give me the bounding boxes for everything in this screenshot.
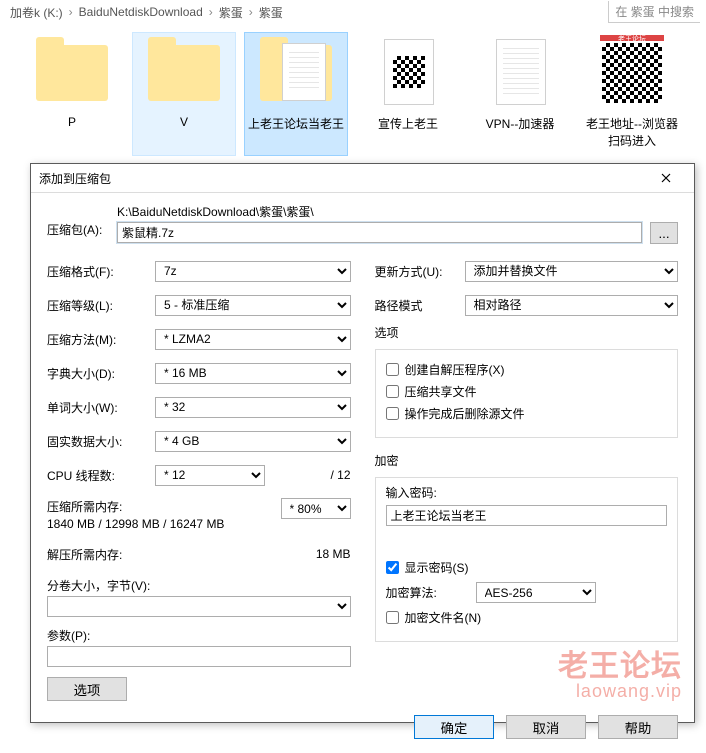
mem-pct-select[interactable]: * 80% [281,498,351,519]
solid-label: 固实数据大小: [47,433,155,450]
format-label: 压缩格式(F): [47,263,155,280]
mem-compress-label: 压缩所需内存: [47,498,281,515]
password-input[interactable] [386,505,668,526]
cpu-select[interactable]: * 12 [155,465,265,486]
encrypt-group-title: 加密 [375,452,679,469]
add-to-archive-dialog: 添加到压缩包 压缩包(A): K:\BaiduNetdiskDownload\紫… [30,163,695,723]
params-label: 参数(P): [47,627,351,644]
options-group-title: 选项 [375,324,679,341]
enc-method-select[interactable]: AES-256 [476,582,596,603]
file-item[interactable]: 老王论坛 老王地址--浏览器扫码进入 [580,32,684,156]
update-select[interactable]: 添加并替换文件 [465,261,679,282]
show-password-row[interactable]: 显示密码(S) [386,559,668,576]
mem-compress-value: 1840 MB / 12998 MB / 16247 MB [47,517,281,531]
method-label: 压缩方法(M): [47,331,155,348]
dialog-buttons: 确定 取消 帮助 [31,711,694,753]
close-button[interactable] [646,164,686,192]
file-label: 宣传上老王 [359,115,457,132]
dict-label: 字典大小(D): [47,365,155,382]
cancel-button[interactable]: 取消 [506,715,586,739]
file-item[interactable]: 宣传上老王 [356,32,460,156]
breadcrumb-item[interactable]: 紫蛋 [215,4,247,21]
encrypt-fieldset: 输入密码: 显示密码(S) 加密算法: AES-256 加密文件名(N) [375,477,679,642]
breadcrumb-item[interactable]: BaiduNetdiskDownload [75,5,207,19]
breadcrumb-item[interactable]: 加卷k (K:) [6,4,67,21]
right-column: 更新方式(U): 添加并替换文件 路径模式 相对路径 选项 创建自解压程序(X)… [375,254,679,701]
enc-names-row[interactable]: 加密文件名(N) [386,609,668,626]
method-select[interactable]: * LZMA2 [155,329,351,350]
format-select[interactable]: 7z [155,261,351,282]
archive-name-input[interactable] [117,222,642,243]
delete-checkbox[interactable] [386,407,399,420]
dict-select[interactable]: * 16 MB [155,363,351,384]
show-password-label: 显示密码(S) [405,559,469,576]
file-item[interactable]: VPN--加速器 [468,32,572,156]
sfx-label: 创建自解压程序(X) [405,361,505,378]
cpu-total: / 12 [271,468,351,482]
file-label: 上老王论坛当老王 [247,115,345,132]
chevron-right-icon: › [207,5,215,19]
enc-names-checkbox[interactable] [386,611,399,624]
file-item[interactable]: V [132,32,236,156]
pathmode-label: 路径模式 [375,297,465,314]
mem-decompress-value: 18 MB [316,547,351,561]
file-label: V [135,115,233,129]
password-label: 输入密码: [386,484,668,501]
file-label: 老王地址--浏览器扫码进入 [583,115,681,149]
level-label: 压缩等级(L): [47,297,155,314]
archive-label: 压缩包(A): [47,203,117,238]
delete-checkbox-row[interactable]: 操作完成后删除源文件 [386,405,668,422]
browse-button[interactable]: ... [650,222,678,244]
solid-select[interactable]: * 4 GB [155,431,351,452]
file-label: VPN--加速器 [471,115,569,132]
file-label: P [23,115,121,129]
dialog-title: 添加到压缩包 [39,170,646,187]
search-input[interactable]: 在 紫蛋 中搜索 [608,1,700,23]
breadcrumb-item[interactable]: 紫蛋 [255,4,287,21]
sfx-checkbox-row[interactable]: 创建自解压程序(X) [386,361,668,378]
close-icon [661,173,671,183]
chevron-right-icon: › [247,5,255,19]
help-button[interactable]: 帮助 [598,715,678,739]
file-item[interactable]: P [20,32,124,156]
file-item[interactable]: 上老王论坛当老王 [244,32,348,156]
mem-decompress-label: 解压所需内存: [47,546,316,563]
sfx-checkbox[interactable] [386,363,399,376]
split-label: 分卷大小，字节(V): [47,577,351,594]
word-select[interactable]: * 32 [155,397,351,418]
update-label: 更新方式(U): [375,263,465,280]
shared-checkbox-row[interactable]: 压缩共享文件 [386,383,668,400]
breadcrumb: 加卷k (K:) › BaiduNetdiskDownload › 紫蛋 › 紫… [0,0,706,24]
show-password-checkbox[interactable] [386,561,399,574]
left-column: 压缩格式(F): 7z 压缩等级(L): 5 - 标准压缩 压缩方法(M): *… [47,254,351,701]
enc-names-label: 加密文件名(N) [405,609,482,626]
pathmode-select[interactable]: 相对路径 [465,295,679,316]
level-select[interactable]: 5 - 标准压缩 [155,295,351,316]
options-fieldset: 创建自解压程序(X) 压缩共享文件 操作完成后删除源文件 [375,349,679,438]
cpu-label: CPU 线程数: [47,467,155,484]
file-grid: P V 上老王论坛当老王 宣传上老王 VPN--加速器 老王论坛 老王地址--浏… [0,24,706,170]
ok-button[interactable]: 确定 [414,715,494,739]
params-input[interactable] [47,646,351,667]
split-select[interactable] [47,596,351,617]
archive-path-prefix: K:\BaiduNetdiskDownload\紫蛋\紫蛋\ [117,203,678,220]
shared-label: 压缩共享文件 [405,383,477,400]
shared-checkbox[interactable] [386,385,399,398]
enc-method-label: 加密算法: [386,584,476,601]
delete-label: 操作完成后删除源文件 [405,405,525,422]
chevron-right-icon: › [67,5,75,19]
word-label: 单词大小(W): [47,399,155,416]
dialog-titlebar: 添加到压缩包 [31,164,694,193]
options-button[interactable]: 选项 [47,677,127,701]
